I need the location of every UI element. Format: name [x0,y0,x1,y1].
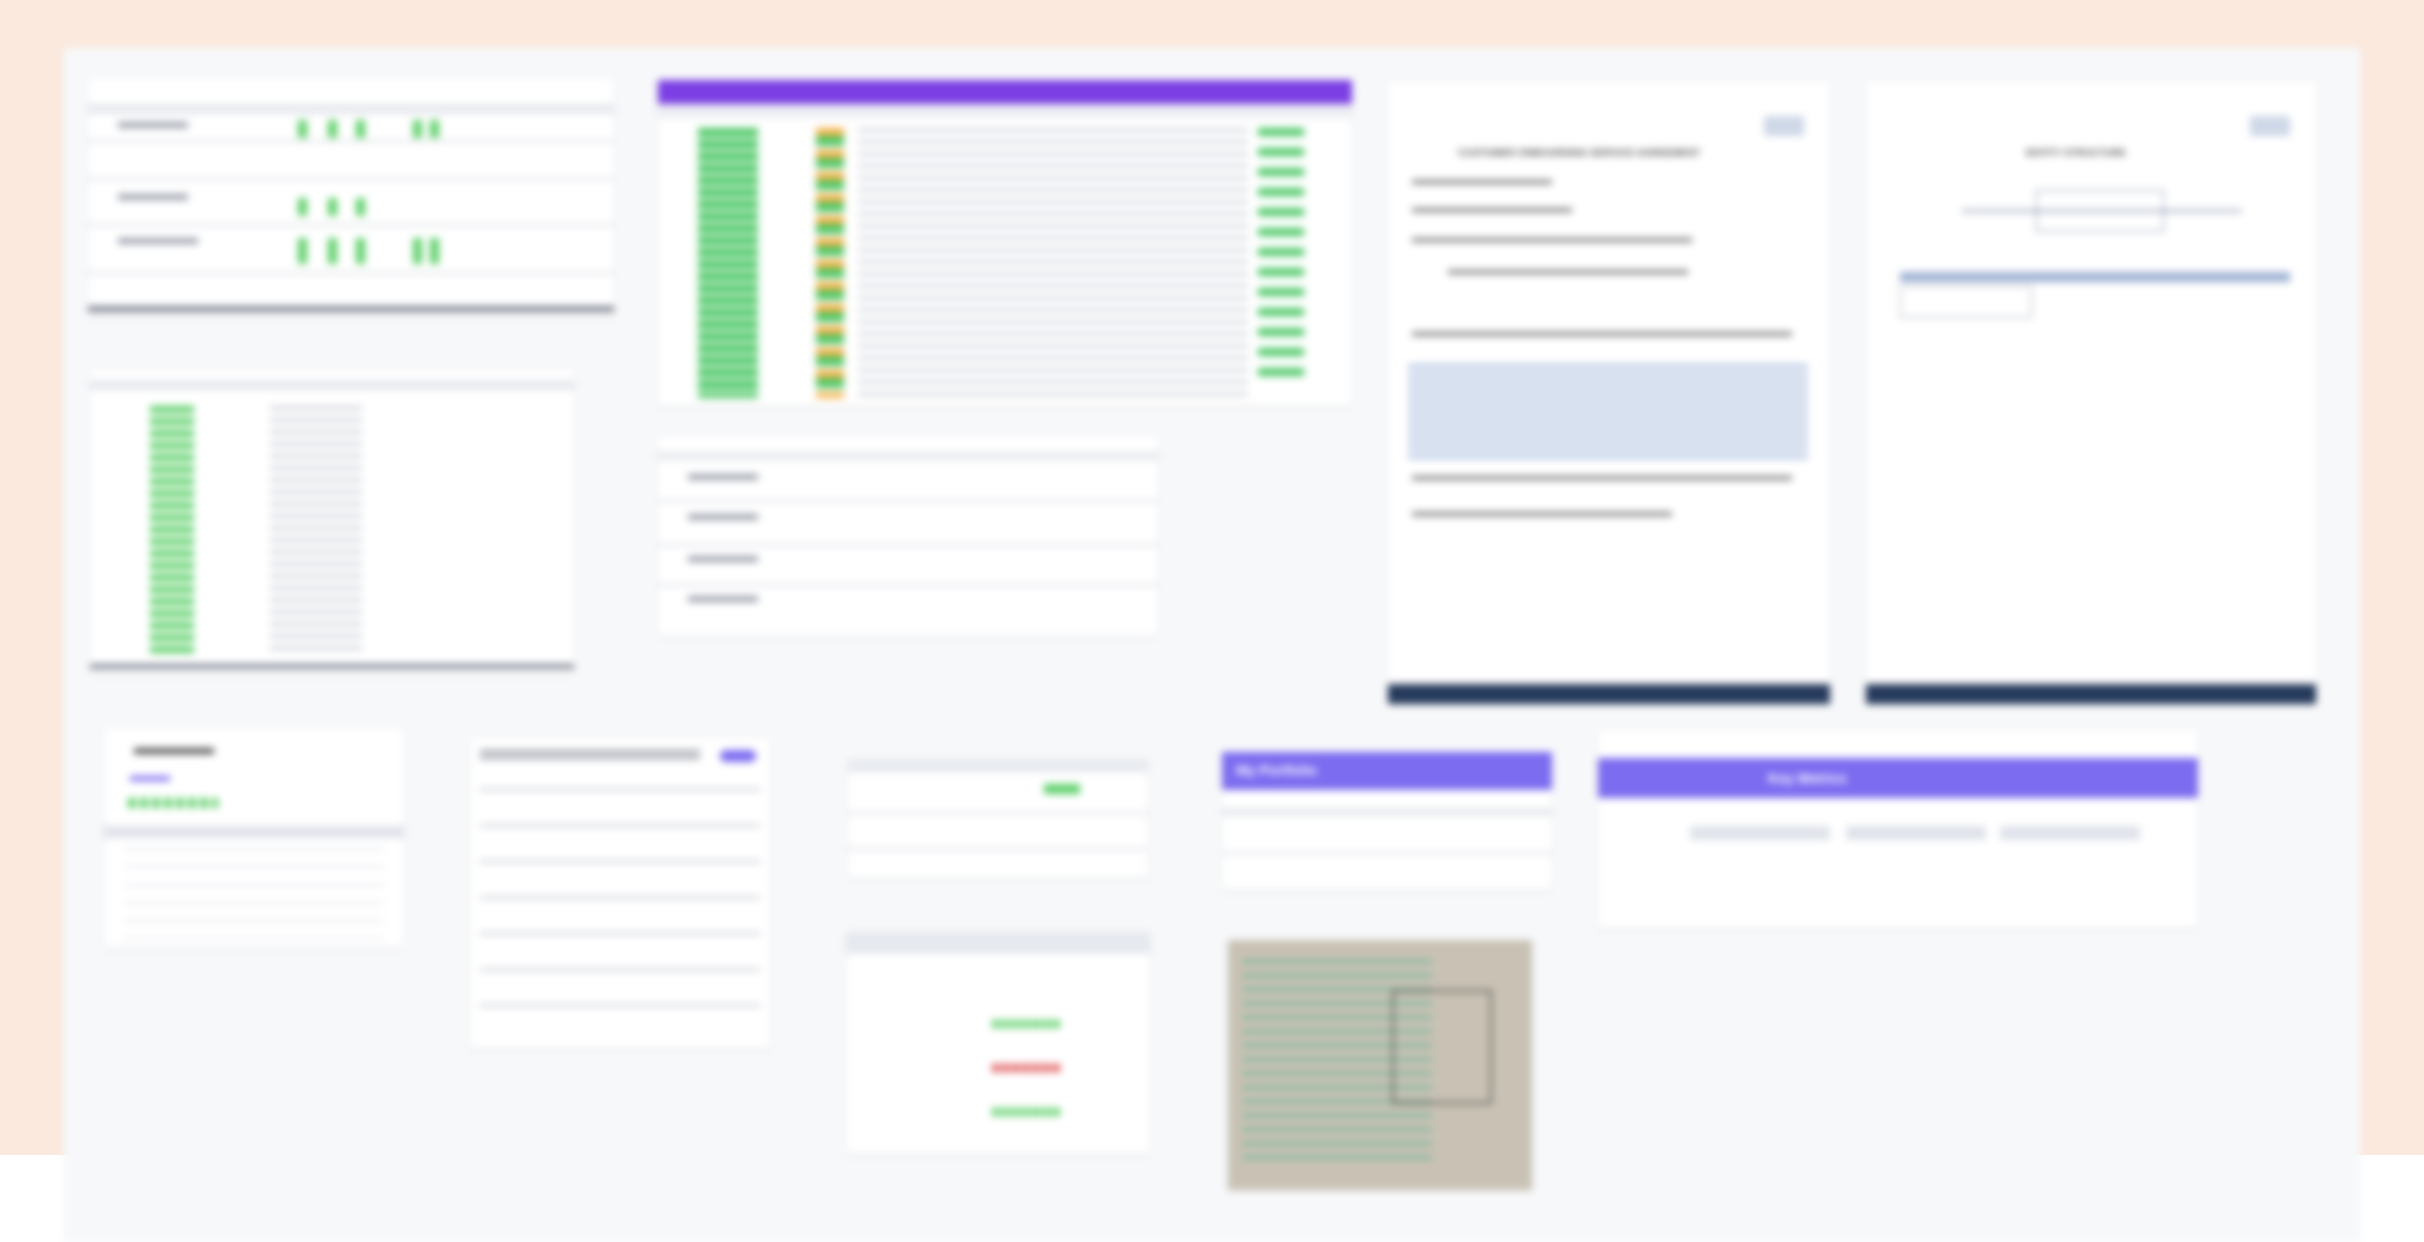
doc2-title: ENTITY STRUCTURE [2026,148,2126,159]
tracker-table-panel-2 [658,436,1158,636]
product-detail-panel [104,728,404,948]
spreadsheet-panel [658,80,1352,406]
portfolio-title: My Portfolio [1236,762,1317,778]
whiteboard-photo [1228,940,1532,1190]
document-page-2: ENTITY STRUCTURE [1866,82,2316,704]
orders-table-panel [848,760,1148,878]
doc1-title: CUSTOMER ONBOARDING SERVICE AGREEMENT [1458,148,1701,159]
edit-form-panel [470,738,770,1048]
portfolio-panel: My Portfolio [1222,752,1552,890]
task-grid-panel [90,370,574,674]
portfolio-header: My Portfolio [1222,752,1552,790]
progress-table-panel [846,932,1150,1154]
screenshot-collage: CUSTOMER ONBOARDING SERVICE AGREEMENT EN… [64,48,2360,1242]
key-metrics-panel: Key Metrics [1598,730,2198,928]
document-page-1: CUSTOMER ONBOARDING SERVICE AGREEMENT [1388,82,1830,704]
key-metrics-title: Key Metrics [1768,770,1847,786]
tracker-table-panel [88,78,614,316]
